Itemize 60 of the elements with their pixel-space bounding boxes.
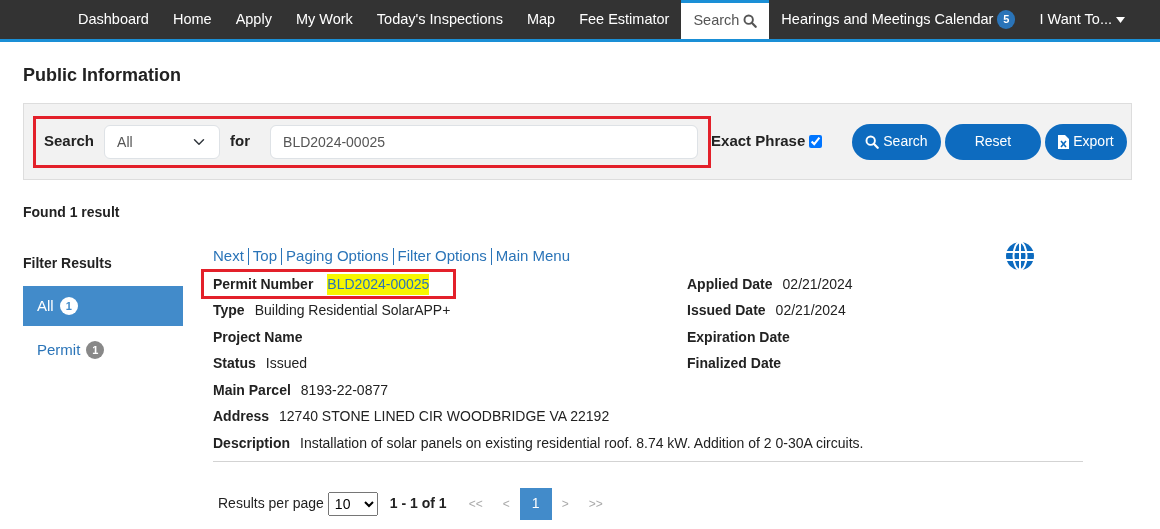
nav-tab[interactable]: Home: [160, 0, 224, 39]
page-range: 1 - 1 of 1: [389, 494, 447, 513]
nav-tab[interactable]: Map: [514, 0, 568, 39]
field-label: Description: [213, 433, 290, 453]
field-value: BLD2024-00025: [327, 273, 430, 295]
per-page-dropdown[interactable]: 10: [327, 491, 378, 516]
count-badge: 1: [86, 340, 105, 360]
search-icon: [865, 134, 880, 149]
spreadsheet-file-icon: [1058, 134, 1070, 149]
exact-phrase-checkbox[interactable]: [809, 135, 823, 148]
field-label: Project Name: [213, 327, 303, 347]
nav-tab[interactable]: Search: [681, 0, 770, 39]
page-link[interactable]: 1: [519, 487, 552, 520]
search-field[interactable]: BLD2024-00025: [270, 124, 699, 159]
for-label: for: [230, 131, 251, 152]
field-value: 02/21/2024: [775, 301, 846, 321]
export-button[interactable]: Export: [1045, 123, 1127, 160]
field-value: 12740 STONE LINED CIR WOODBRIDGE VA 22192: [279, 407, 610, 427]
field-label: Applied Date: [687, 274, 773, 294]
nav-tab[interactable]: Fee Estimator: [567, 0, 682, 39]
field-value: Building Residential SolarAPP+: [254, 301, 451, 321]
results-per-page-label: Results per page: [218, 494, 324, 513]
nav-tab[interactable]: I Want To...: [1027, 0, 1137, 39]
globe-icon[interactable]: [1005, 241, 1035, 271]
search-button[interactable]: Search: [852, 123, 941, 160]
scope-dropdown[interactable]: All: [104, 124, 221, 159]
search-label: Search: [44, 131, 95, 152]
nav-tab[interactable]: My Work: [283, 0, 365, 39]
result-link[interactable]: Filter Options: [397, 244, 487, 268]
field-label: Address: [213, 407, 270, 427]
result-link[interactable]: Main Menu: [495, 244, 570, 268]
field-label: Main Parcel: [213, 380, 291, 400]
result-link[interactable]: Paging Options: [286, 244, 389, 268]
field-label: Status: [213, 354, 256, 374]
field-value: Installation of solar panels on existing residential roof. 8.74 kW. Addition of 2 0-30A circuits.: [300, 433, 864, 453]
reset-button[interactable]: Reset: [944, 123, 1042, 160]
field-value: 02/21/2024: [782, 274, 853, 294]
field-value: 8193-22-0877: [300, 380, 388, 400]
count-badge: 5: [997, 10, 1016, 29]
filter-item[interactable]: All 1: [23, 286, 183, 326]
nav-tab[interactable]: Dashboard: [66, 0, 161, 39]
field-value: Issued: [265, 354, 308, 374]
result-count: Found 1 result: [23, 203, 121, 222]
result-link[interactable]: Top: [252, 244, 278, 268]
field-label: Finalized Date: [687, 354, 782, 374]
nav-tab[interactable]: Hearings and Meetings Calendar 5: [769, 0, 1028, 39]
field-label: Issued Date: [687, 301, 766, 321]
caret-icon: [1116, 16, 1125, 23]
page-title: Public Information: [23, 64, 182, 87]
exact-phrase-label: Exact Phrase: [711, 131, 806, 152]
nav-tab[interactable]: Today's Inspections: [364, 0, 515, 39]
filter-item[interactable]: Permit 1: [23, 330, 183, 370]
count-badge: 1: [59, 296, 78, 316]
search-icon: [743, 14, 758, 28]
field-label: Type: [213, 301, 245, 321]
field-label: Expiration Date: [687, 327, 790, 347]
result-link[interactable]: Next: [213, 244, 244, 268]
field-label: Permit Number: [213, 274, 314, 294]
nav-tab[interactable]: Apply: [223, 0, 284, 39]
filter-title: Filter Results: [23, 254, 113, 273]
